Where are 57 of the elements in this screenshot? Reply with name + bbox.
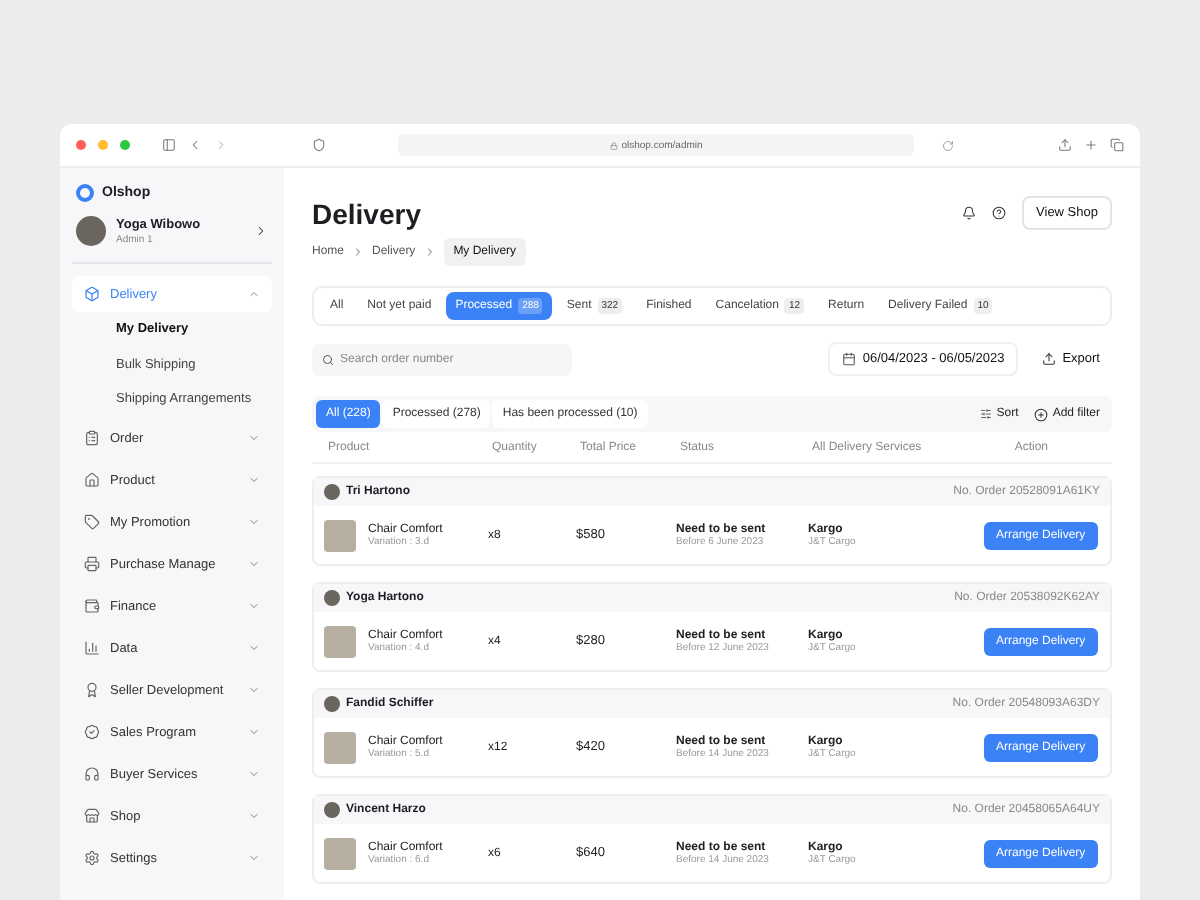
chevron-down-icon [248, 852, 260, 864]
chevron-down-icon [248, 600, 260, 612]
logo-icon [76, 184, 94, 202]
avatar-circle [324, 484, 340, 500]
reload-icon[interactable] [942, 139, 954, 151]
wallet-icon [84, 598, 100, 614]
page-title: Delivery [312, 197, 421, 229]
plus-circle-icon [1034, 407, 1049, 421]
tabs-icon[interactable] [1110, 138, 1124, 152]
chevron-up-icon [248, 288, 260, 300]
photo-placeholder [324, 837, 356, 869]
upload-icon [1042, 352, 1057, 366]
photo-placeholder [324, 731, 356, 763]
settings-icon [84, 850, 100, 866]
store-icon [84, 808, 100, 824]
chevron-down-icon [248, 432, 260, 444]
shield-icon[interactable] [312, 138, 326, 152]
chevron-down-icon [248, 558, 260, 570]
close-dot[interactable] [76, 140, 86, 150]
maximize-dot[interactable] [120, 140, 130, 150]
avatar-circle [76, 216, 106, 246]
search-icon [322, 353, 334, 365]
lock-icon [609, 141, 618, 149]
photo-placeholder [324, 625, 356, 657]
clipboard-icon [84, 430, 100, 446]
chevron-right-icon [352, 246, 365, 258]
chevron-down-icon [248, 768, 260, 780]
avatar-circle [324, 590, 340, 606]
sliders-icon [980, 408, 993, 420]
chevron-down-icon [248, 516, 260, 528]
printer-icon [84, 556, 100, 572]
chevron-down-icon [248, 684, 260, 696]
avatar-circle [324, 696, 340, 712]
headphones-icon [84, 766, 100, 782]
chevron-down-icon [248, 810, 260, 822]
tag-icon [84, 514, 100, 530]
award-icon [84, 682, 100, 698]
back-icon[interactable] [188, 138, 202, 152]
forward-icon[interactable] [214, 138, 228, 152]
box-icon [84, 286, 100, 302]
share-icon[interactable] [1058, 138, 1072, 152]
badge-icon [84, 724, 100, 740]
chevron-down-icon [248, 642, 260, 654]
house-icon [84, 472, 100, 488]
minimize-dot[interactable] [98, 140, 108, 150]
bar-chart-icon [84, 640, 100, 656]
avatar-circle [324, 802, 340, 818]
bell-icon[interactable] [962, 206, 977, 220]
calendar-icon [842, 352, 857, 366]
new-tab-icon[interactable] [1084, 138, 1098, 152]
help-icon[interactable] [992, 206, 1007, 220]
chevron-down-icon [248, 726, 260, 738]
photo-placeholder [324, 519, 356, 551]
chevron-right-icon[interactable] [254, 224, 268, 238]
chevron-down-icon [248, 474, 260, 486]
chevron-right-icon [423, 246, 436, 258]
sidebar-icon[interactable] [162, 138, 176, 152]
